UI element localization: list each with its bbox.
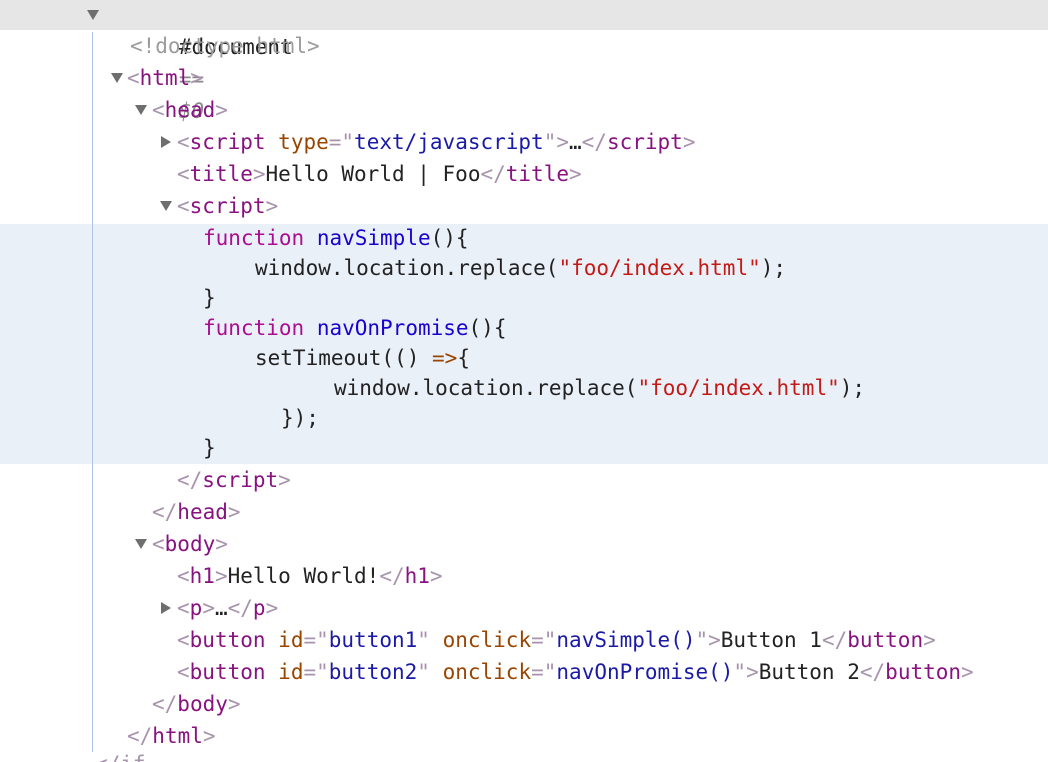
cut-off-row: </if bbox=[0, 748, 1048, 762]
expand-triangle-icon[interactable] bbox=[160, 201, 172, 211]
button1-text: Button 1 bbox=[720, 628, 822, 652]
elements-panel: #document == $0 <!doctype html> <html> <… bbox=[0, 0, 1048, 762]
doctype-text: <!doctype html> bbox=[130, 34, 320, 58]
button1-node-row[interactable]: <button id="button1" onclick="navSimple(… bbox=[0, 624, 1048, 656]
script-node-row-collapsed[interactable]: <script type="text/javascript">…</script… bbox=[0, 126, 1048, 158]
body-tag-name: body bbox=[164, 532, 216, 556]
h1-node-row[interactable]: <h1>Hello World!</h1> bbox=[0, 560, 1048, 592]
title-tag-name: title bbox=[189, 162, 253, 186]
collapsed-triangle-icon[interactable] bbox=[161, 602, 171, 614]
collapsed-ellipsis: … bbox=[214, 596, 228, 620]
h1-text: Hello World! bbox=[227, 564, 380, 588]
expand-triangle-icon[interactable] bbox=[111, 73, 123, 83]
type-attr-value: text/javascript bbox=[354, 130, 544, 154]
script-tag-name: script bbox=[189, 194, 266, 218]
title-text: Hello World | Foo bbox=[265, 162, 481, 186]
script-tag-name: script bbox=[189, 130, 266, 154]
script-code-line: setTimeout(() =>{ bbox=[255, 346, 470, 370]
script-code-line: function navOnPromise(){ bbox=[203, 316, 507, 340]
script-code-line: } bbox=[203, 286, 216, 310]
body-node-row[interactable]: <body> bbox=[0, 528, 1048, 560]
head-tag-name: head bbox=[164, 98, 216, 122]
collapsed-ellipsis: … bbox=[569, 130, 582, 154]
doctype-node-row[interactable]: <!doctype html> bbox=[0, 30, 1048, 62]
script-code-line: }); bbox=[281, 406, 319, 430]
type-attr-name: type bbox=[278, 130, 329, 154]
script-code-line: function navSimple(){ bbox=[203, 226, 469, 250]
body-close-row[interactable]: </body> bbox=[0, 688, 1048, 720]
script-code-line: } bbox=[203, 436, 216, 460]
script-code-line: window.location.replace("foo/index.html"… bbox=[334, 376, 866, 400]
script-close-row[interactable]: </script> bbox=[0, 464, 1048, 496]
html-node-row[interactable]: <html> bbox=[0, 62, 1048, 94]
document-node-row[interactable]: #document == $0 bbox=[0, 0, 1048, 123]
button2-text: Button 2 bbox=[758, 660, 860, 684]
p-node-row[interactable]: <p>…</p> bbox=[0, 592, 1048, 624]
expand-triangle-icon[interactable] bbox=[135, 105, 147, 115]
head-node-row[interactable]: <head> bbox=[0, 94, 1048, 126]
expand-triangle-icon[interactable] bbox=[135, 539, 147, 549]
script-node-row-expanded[interactable]: <script> bbox=[0, 190, 1048, 222]
expand-triangle-icon[interactable] bbox=[87, 10, 99, 20]
collapsed-triangle-icon[interactable] bbox=[161, 136, 171, 148]
html-tag-name: html bbox=[139, 66, 191, 90]
head-close-row[interactable]: </head> bbox=[0, 496, 1048, 528]
script-code-line: window.location.replace("foo/index.html"… bbox=[255, 256, 787, 280]
cut-off-text: </if bbox=[95, 748, 146, 762]
button2-node-row[interactable]: <button id="button2" onclick="navOnPromi… bbox=[0, 656, 1048, 688]
title-node-row[interactable]: <title>Hello World | Foo</title> bbox=[0, 158, 1048, 190]
